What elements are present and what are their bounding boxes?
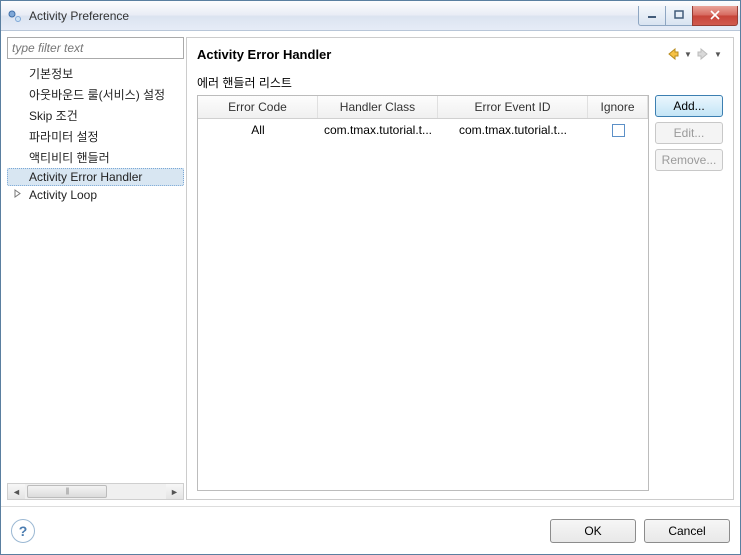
window-controls — [639, 6, 738, 26]
dialog-window: Activity Preference 기본정보 아웃바운드 룰(서비스) 설정… — [0, 0, 741, 555]
cancel-button[interactable]: Cancel — [644, 519, 730, 543]
section-subtitle: 에러 핸들러 리스트 — [197, 74, 723, 91]
minimize-button[interactable] — [638, 6, 666, 26]
table-area: Error Code Handler Class Error Event ID … — [197, 95, 723, 491]
scroll-left-button[interactable]: ◄ — [8, 484, 25, 499]
content-pane: Activity Error Handler ▼ ▼ 에러 핸들러 리스트 — [186, 37, 734, 500]
close-button[interactable] — [692, 6, 738, 26]
tree-item-activity-error-handler[interactable]: Activity Error Handler — [7, 168, 184, 186]
title-bar: Activity Preference — [1, 1, 740, 31]
dialog-body: 기본정보 아웃바운드 룰(서비스) 설정 Skip 조건 파라미터 설정 액티비… — [1, 31, 740, 506]
tree-item-outbound-rule[interactable]: 아웃바운드 룰(서비스) 설정 — [7, 84, 184, 105]
col-ignore[interactable]: Ignore — [588, 96, 648, 118]
tree-item-label: Activity Loop — [29, 188, 97, 202]
col-error-event-id[interactable]: Error Event ID — [438, 96, 588, 118]
remove-button[interactable]: Remove... — [655, 149, 723, 171]
tree-item-skip-condition[interactable]: Skip 조건 — [7, 105, 184, 126]
cell-error-code: All — [198, 119, 318, 141]
scroll-thumb[interactable] — [27, 485, 107, 498]
nav-tree: 기본정보 아웃바운드 룰(서비스) 설정 Skip 조건 파라미터 설정 액티비… — [7, 59, 184, 483]
table-body: All com.tmax.tutorial.t... com.tmax.tuto… — [198, 119, 648, 490]
scroll-track[interactable] — [25, 484, 166, 499]
add-button[interactable]: Add... — [655, 95, 723, 117]
cell-ignore — [588, 119, 648, 141]
chevron-right-icon[interactable] — [13, 189, 22, 198]
sidebar: 기본정보 아웃바운드 룰(서비스) 설정 Skip 조건 파라미터 설정 액티비… — [7, 37, 184, 500]
content-header: Activity Error Handler ▼ ▼ — [197, 46, 723, 62]
ignore-checkbox[interactable] — [612, 124, 625, 137]
app-icon — [7, 8, 23, 24]
cell-handler-class: com.tmax.tutorial.t... — [318, 119, 438, 141]
tree-item-activity-handler[interactable]: 액티비티 핸들러 — [7, 147, 184, 168]
horizontal-scrollbar[interactable]: ◄ ► — [7, 483, 184, 500]
cell-error-event: com.tmax.tutorial.t... — [438, 119, 588, 141]
table-header: Error Code Handler Class Error Event ID … — [198, 96, 648, 119]
table-action-buttons: Add... Edit... Remove... — [655, 95, 723, 491]
table-row[interactable]: All com.tmax.tutorial.t... com.tmax.tuto… — [198, 119, 648, 142]
col-handler-class[interactable]: Handler Class — [318, 96, 438, 118]
help-button[interactable]: ? — [11, 519, 35, 543]
forward-dropdown[interactable]: ▼ — [713, 50, 723, 59]
edit-button[interactable]: Edit... — [655, 122, 723, 144]
back-dropdown[interactable]: ▼ — [683, 50, 693, 59]
tree-item-activity-loop[interactable]: Activity Loop — [7, 186, 184, 204]
page-title: Activity Error Handler — [197, 47, 331, 62]
maximize-button[interactable] — [665, 6, 693, 26]
window-title: Activity Preference — [29, 9, 639, 23]
scroll-right-button[interactable]: ► — [166, 484, 183, 499]
tree-item-parameter-settings[interactable]: 파라미터 설정 — [7, 126, 184, 147]
col-error-code[interactable]: Error Code — [198, 96, 318, 118]
dialog-footer: ? OK Cancel — [1, 506, 740, 554]
error-handler-table: Error Code Handler Class Error Event ID … — [197, 95, 649, 491]
back-icon[interactable] — [665, 46, 681, 62]
tree-item-basic-info[interactable]: 기본정보 — [7, 63, 184, 84]
ok-button[interactable]: OK — [550, 519, 636, 543]
history-nav: ▼ ▼ — [665, 46, 723, 62]
forward-icon[interactable] — [695, 46, 711, 62]
filter-input[interactable] — [7, 37, 184, 59]
